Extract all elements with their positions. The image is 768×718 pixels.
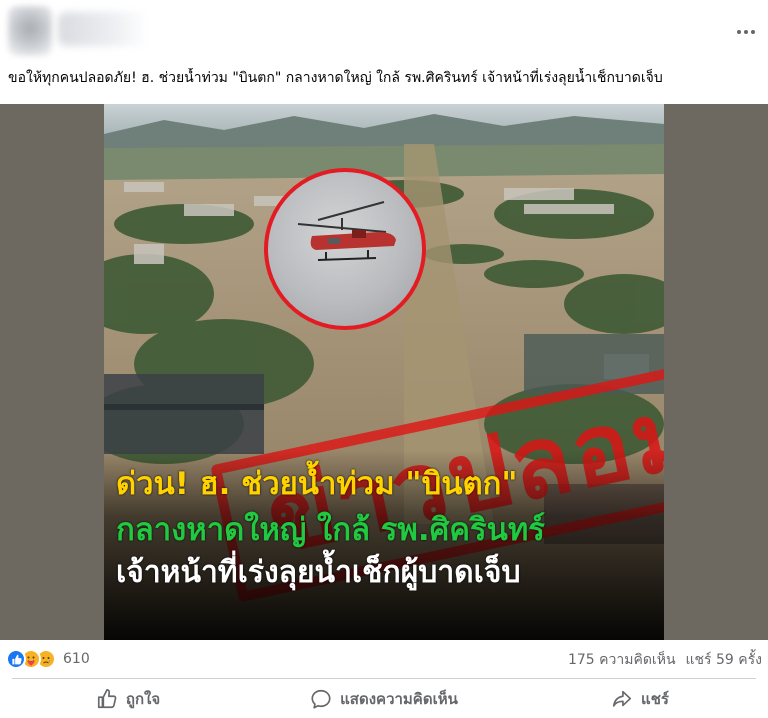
helicopter-icon: [297, 201, 396, 261]
share-button[interactable]: แชร์: [512, 680, 768, 718]
post-stats: 610 175 ความคิดเห็น แชร์ 59 ครั้ง: [0, 645, 768, 673]
comment-icon: [311, 689, 331, 709]
post-caption: ขอให้ทุกคนปลอดภัย! ฮ. ช่วยน้ำท่วม "บินตก…: [8, 70, 663, 86]
reaction-count: 610: [63, 651, 90, 667]
thumbs-up-icon: [97, 689, 117, 709]
action-bar: ถูกใจ แสดงความคิดเห็น แชร์: [0, 680, 768, 718]
comment-button[interactable]: แสดงความคิดเห็น: [256, 680, 512, 718]
more-options-button[interactable]: [732, 20, 760, 44]
avatar[interactable]: [8, 6, 52, 56]
divider: [12, 678, 756, 679]
like-button[interactable]: ถูกใจ: [0, 680, 256, 718]
post-media[interactable]: ข่าวปลอม ด่วน! ฮ. ช่วยน้ำท่วม "บินตก" กล…: [0, 104, 768, 640]
headline-line-2: กลางหาดใหญ่ ใกล้ รพ.ศิครินทร์: [116, 512, 545, 548]
headline-line-3: เจ้าหน้าที่เร่งลุยน้ำเช็กผู้บาดเจ็บ: [116, 555, 521, 590]
more-horizontal-icon: [737, 30, 741, 34]
like-icon: [6, 649, 26, 669]
share-icon: [612, 690, 632, 707]
share-count-link[interactable]: แชร์ 59 ครั้ง: [686, 652, 762, 668]
post-image[interactable]: ข่าวปลอม ด่วน! ฮ. ช่วยน้ำท่วม "บินตก" กล…: [104, 104, 664, 640]
author-name[interactable]: [58, 12, 148, 46]
helicopter-inset: [264, 168, 426, 330]
engagement-counts: 175 ความคิดเห็น แชร์ 59 ครั้ง: [568, 649, 762, 671]
reactions-summary[interactable]: 610: [6, 647, 90, 671]
like-label: ถูกใจ: [125, 690, 161, 708]
comment-label: แสดงความคิดเห็น: [340, 690, 458, 708]
image-headline: ด่วน! ฮ. ช่วยน้ำท่วม "บินตก" กลางหาดใหญ่…: [104, 450, 664, 640]
share-label: แชร์: [641, 690, 669, 708]
post-header: [0, 0, 768, 64]
headline-line-1: ด่วน! ฮ. ช่วยน้ำท่วม "บินตก": [116, 466, 518, 502]
comment-count-link[interactable]: 175 ความคิดเห็น: [568, 652, 676, 668]
